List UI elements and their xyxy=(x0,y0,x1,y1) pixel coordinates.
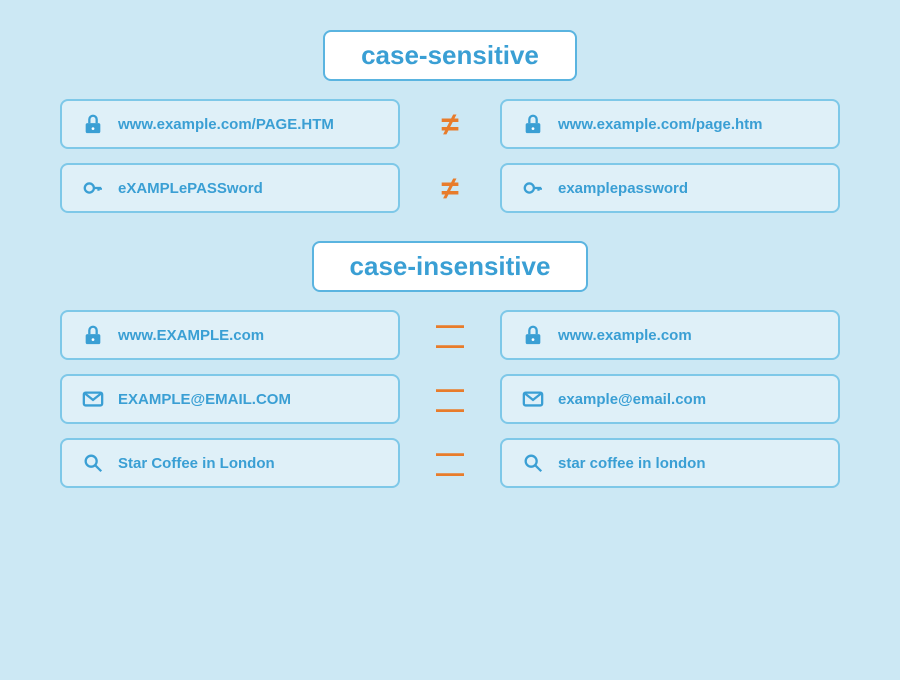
case-insensitive-label: case-insensitive xyxy=(312,241,589,292)
cs-row-1: www.example.com/PAGE.HTM ≠ www.example.c… xyxy=(40,99,860,149)
ci-operator-3: — — xyxy=(400,443,500,482)
cs-right-2: examplepassword xyxy=(500,163,840,213)
lock-icon xyxy=(520,111,546,137)
cs-left-2: eXAMPLePASSword xyxy=(60,163,400,213)
case-insensitive-rows: www.EXAMPLE.com — — www.example.com EXAM… xyxy=(40,310,860,488)
cs-left-2-text: eXAMPLePASSword xyxy=(118,180,263,197)
case-sensitive-section: case-sensitive www.example.com/PAGE.HTM … xyxy=(40,20,860,231)
ci-left-2-text: EXAMPLE@EMAIL.COM xyxy=(118,391,291,408)
ci-operator-1: — — xyxy=(400,315,500,354)
cs-right-1-text: www.example.com/page.htm xyxy=(558,116,763,133)
cs-operator-1: ≠ xyxy=(400,106,500,143)
case-insensitive-section: case-insensitive www.EXAMPLE.com — — www… xyxy=(40,231,860,506)
cs-operator-2: ≠ xyxy=(400,170,500,207)
ci-left-2: EXAMPLE@EMAIL.COM xyxy=(60,374,400,424)
ci-left-1: www.EXAMPLE.com xyxy=(60,310,400,360)
ci-left-3: Star Coffee in London xyxy=(60,438,400,488)
envelope-icon xyxy=(520,386,546,412)
search-icon xyxy=(80,450,106,476)
key-icon xyxy=(80,175,106,201)
cs-right-2-text: examplepassword xyxy=(558,180,688,197)
ci-operator-2: — — xyxy=(400,379,500,418)
ci-right-3: star coffee in london xyxy=(500,438,840,488)
case-sensitive-label: case-sensitive xyxy=(323,30,577,81)
cs-left-1: www.example.com/PAGE.HTM xyxy=(60,99,400,149)
ci-right-2: example@email.com xyxy=(500,374,840,424)
ci-row-2: EXAMPLE@EMAIL.COM — — example@email.com xyxy=(40,374,860,424)
ci-right-1-text: www.example.com xyxy=(558,327,692,344)
key-icon xyxy=(520,175,546,201)
ci-left-1-text: www.EXAMPLE.com xyxy=(118,327,264,344)
ci-left-3-text: Star Coffee in London xyxy=(118,455,275,472)
lock-icon xyxy=(520,322,546,348)
ci-row-3: Star Coffee in London — — star coffee in… xyxy=(40,438,860,488)
cs-left-1-text: www.example.com/PAGE.HTM xyxy=(118,116,334,133)
cs-right-1: www.example.com/page.htm xyxy=(500,99,840,149)
ci-right-1: www.example.com xyxy=(500,310,840,360)
ci-right-3-text: star coffee in london xyxy=(558,455,706,472)
case-sensitive-rows: www.example.com/PAGE.HTM ≠ www.example.c… xyxy=(40,99,860,213)
envelope-icon xyxy=(80,386,106,412)
lock-icon xyxy=(80,111,106,137)
lock-icon xyxy=(80,322,106,348)
cs-row-2: eXAMPLePASSword ≠ examplepassword xyxy=(40,163,860,213)
ci-row-1: www.EXAMPLE.com — — www.example.com xyxy=(40,310,860,360)
search-icon xyxy=(520,450,546,476)
ci-right-2-text: example@email.com xyxy=(558,391,706,408)
